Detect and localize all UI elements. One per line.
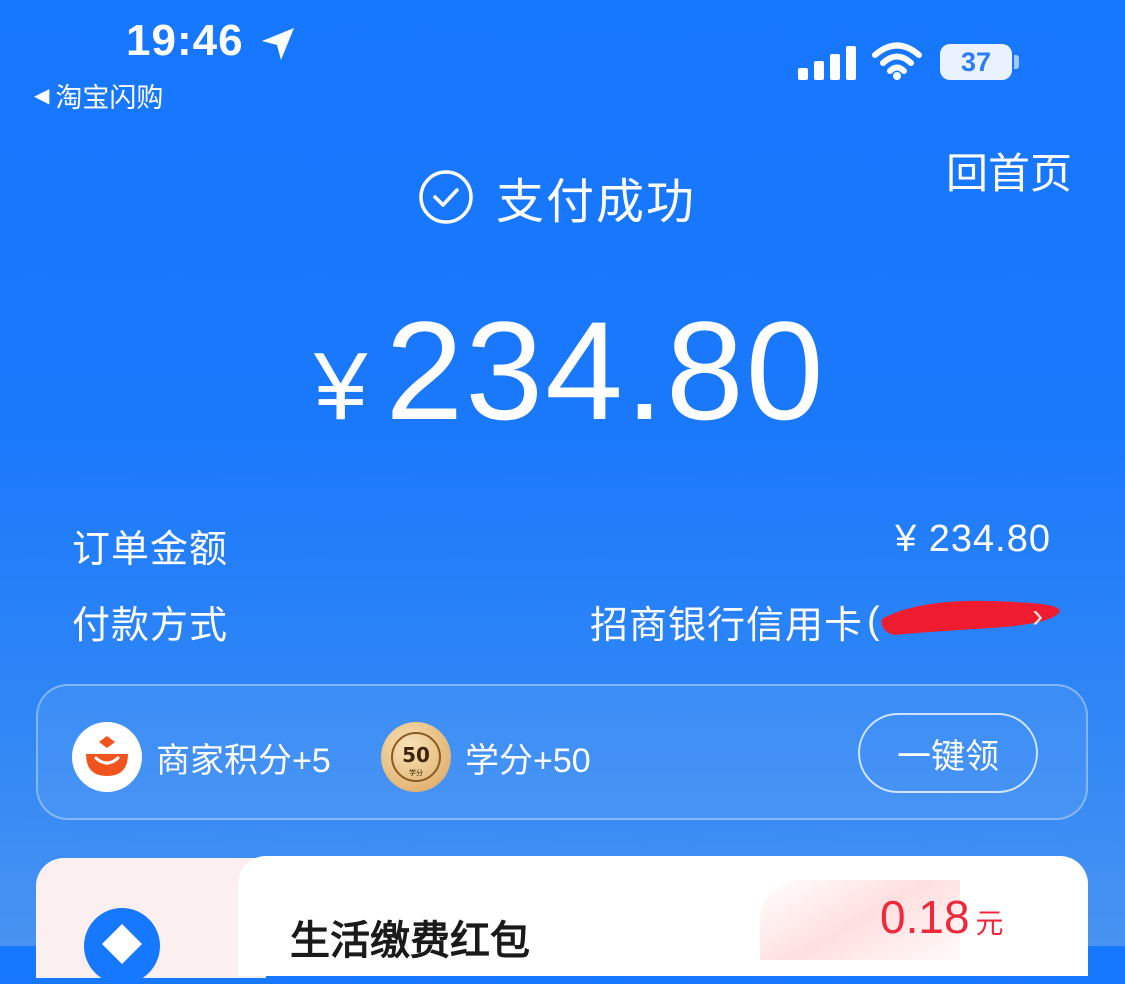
bill-coupon-title: 生活缴费红包 [290,919,530,963]
bill-coupon-unit: 元 [975,908,1004,939]
status-time: 19:46 [126,16,244,65]
credit-badge-icon: 50 学分 [381,722,451,792]
credit-badge-sub: 学分 [409,768,423,777]
bill-coupon-value: 0.18 [880,891,970,943]
merchant-points-icon [72,722,142,792]
credit-badge-number: 50 [402,743,430,767]
currency-symbol: ¥ [314,333,368,440]
amount-value: 234.80 [385,292,826,449]
order-amount-value: ¥ 234.80 [895,518,1051,560]
chevron-right-icon: › [1032,597,1044,635]
back-to-app-link[interactable]: ◀ 淘宝闪购 [34,76,163,115]
paid-amount: ¥ 234.80 [314,290,826,452]
payment-method-label: 付款方式 [72,605,229,647]
credits-text: 学分+50 [465,741,591,780]
home-link[interactable]: 回首页 [946,140,1072,201]
claim-all-button[interactable]: 一键领 [858,713,1038,793]
payment-card-name: 招商银行信用卡 [590,605,864,647]
merchant-points-item: 商家积分+5 [72,722,331,792]
location-arrow-icon [262,28,294,60]
bill-icon [84,908,160,984]
back-app-label: 淘宝闪购 [55,83,164,113]
battery-icon: 37 [940,44,1012,80]
back-arrow-icon: ◀ [34,85,50,107]
signal-icon [798,46,856,80]
order-amount-label: 订单金额 [72,529,229,571]
payment-status: 支付成功 [418,162,696,232]
wifi-icon [872,42,922,80]
merchant-points-text: 商家积分+5 [156,741,331,780]
check-circle-icon [419,170,473,224]
battery-nub [1014,55,1019,69]
payment-method-value[interactable]: 招商银行信用卡 ( [590,594,881,649]
payment-status-text: 支付成功 [496,176,697,229]
bill-coupon-amount: 0.18 元 [880,890,1004,944]
battery-level: 37 [960,46,992,77]
credits-item: 50 学分 学分+50 [381,722,591,792]
